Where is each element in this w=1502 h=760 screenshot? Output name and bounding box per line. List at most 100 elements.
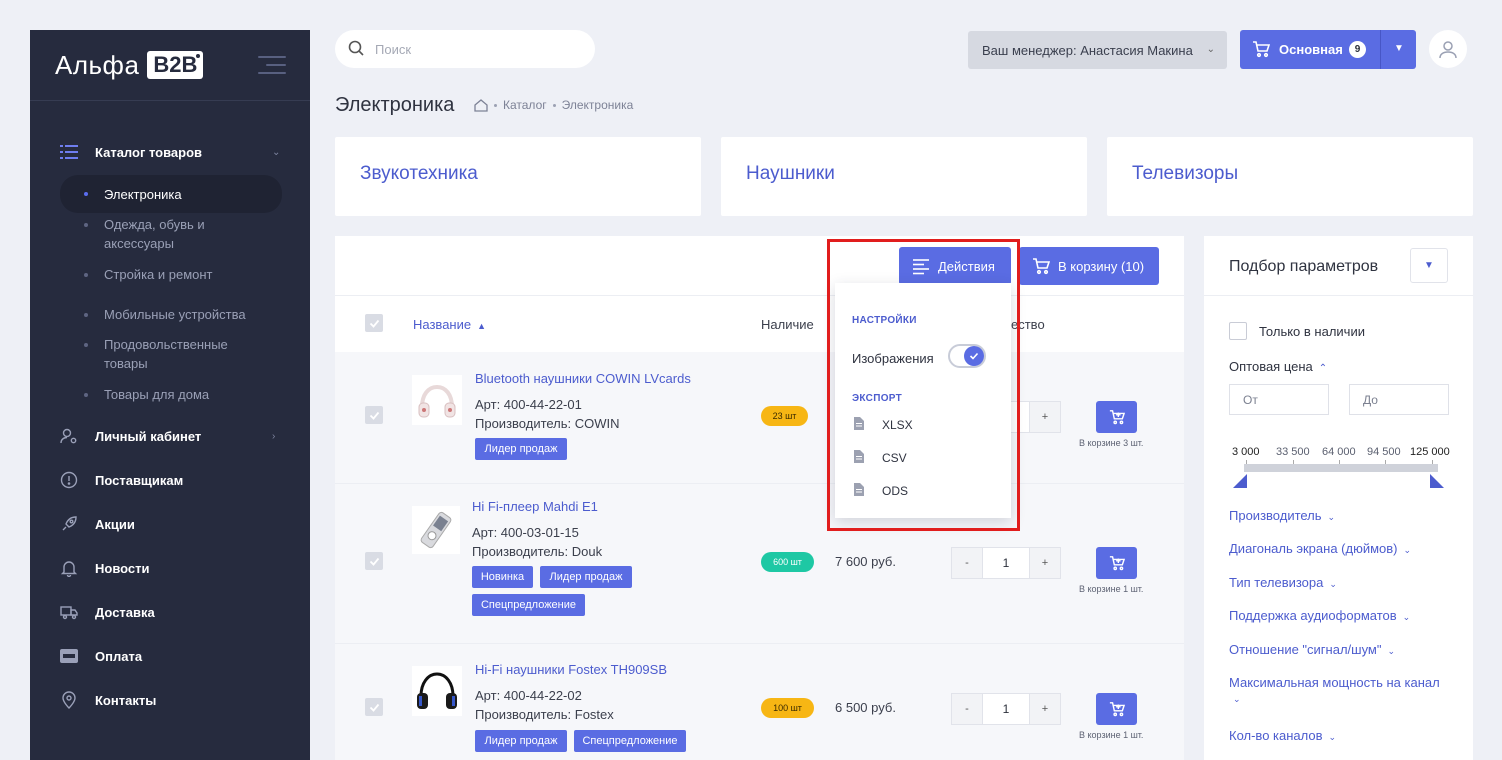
list-icon — [60, 143, 78, 161]
breadcrumb-catalog[interactable]: Каталог — [503, 98, 547, 112]
scale-label: 3 000 — [1232, 446, 1260, 458]
filter-panel: Подбор параметров ▼ Только в наличии Опт… — [1204, 236, 1473, 760]
qty-plus-button[interactable]: + — [1030, 694, 1060, 724]
check-icon — [369, 319, 379, 328]
sidebar-item-promos[interactable]: Акции — [30, 512, 310, 536]
price-filter-header[interactable]: Оптовая цена ⌃ — [1229, 359, 1327, 374]
product-image[interactable] — [412, 666, 462, 716]
row-checkbox[interactable] — [365, 406, 383, 424]
add-all-to-cart-button[interactable]: В корзину (10) — [1019, 247, 1159, 285]
avatar[interactable] — [1429, 30, 1467, 68]
category-card-audio[interactable]: Звукотехника — [335, 137, 701, 216]
cart-label: Основная — [1279, 42, 1343, 57]
range-handle-min[interactable] — [1233, 474, 1247, 488]
sidebar-subitem-food[interactable]: Продовольственные товары — [60, 335, 310, 375]
filter-group-channels[interactable]: Кол-во каналов ⌄ — [1229, 728, 1336, 743]
product-image[interactable] — [412, 375, 462, 425]
home-icon[interactable] — [474, 98, 488, 112]
qty-minus-button[interactable]: - — [952, 694, 982, 724]
sidebar-item-payment[interactable]: Оплата — [30, 644, 310, 668]
filter-group-diagonal[interactable]: Диагональ экрана (дюймов) ⌄ — [1229, 541, 1411, 556]
headphones-image — [417, 672, 457, 709]
in-cart-text: В корзине 3 шт. — [1079, 438, 1144, 448]
breadcrumb: Каталог Электроника — [474, 98, 633, 112]
price-to-input[interactable] — [1349, 384, 1449, 415]
add-to-cart-button[interactable] — [1096, 547, 1137, 579]
cart-button[interactable]: Основная 9 ▼ — [1240, 30, 1416, 69]
product-article: Арт: 400-03-01-15 — [472, 525, 579, 540]
sidebar-divider — [30, 100, 310, 101]
price-from-input[interactable] — [1229, 384, 1329, 415]
truck-icon — [60, 603, 78, 621]
filter-group-snr[interactable]: Отношение "сигнал/шум" ⌄ — [1229, 642, 1395, 657]
filter-group-tv-type[interactable]: Тип телевизора ⌄ — [1229, 575, 1337, 590]
in-stock-checkbox[interactable] — [1229, 322, 1247, 340]
product-name-link[interactable]: Hi Fi-плеер Mahdi E1 — [472, 499, 598, 514]
qty-plus-button[interactable]: + — [1030, 548, 1060, 578]
sidebar-item-label: Контакты — [95, 692, 157, 708]
product-article: Арт: 400-44-22-01 — [475, 397, 582, 412]
chevron-down-icon[interactable]: ▼ — [1394, 43, 1404, 54]
chevron-right-icon: › — [272, 430, 276, 442]
player-image — [420, 511, 452, 549]
qty-minus-button[interactable]: - — [952, 548, 982, 578]
price-range-track[interactable] — [1244, 464, 1438, 472]
row-checkbox[interactable] — [365, 552, 383, 570]
search-input[interactable] — [375, 38, 575, 60]
sidebar-subitem-home[interactable]: Товары для дома — [60, 385, 310, 405]
add-to-cart-button[interactable] — [1096, 401, 1137, 433]
sidebar-item-catalog[interactable]: Каталог товаров ⌄ — [30, 140, 310, 164]
user-settings-icon — [60, 427, 78, 445]
search-bar — [335, 30, 595, 68]
category-card-tv[interactable]: Телевизоры — [1107, 137, 1473, 216]
qty-value[interactable]: 1 — [982, 694, 1030, 724]
sidebar-item-contacts[interactable]: Контакты — [30, 688, 310, 712]
product-name-link[interactable]: Bluetooth наушники COWIN LVcards — [475, 371, 691, 386]
user-icon — [1439, 41, 1457, 59]
sort-up-icon: ▲ — [477, 321, 487, 331]
logo[interactable]: Альфа B2B — [55, 50, 204, 80]
sidebar-item-label: Акции — [95, 516, 135, 532]
sidebar-subitem-mobile[interactable]: Мобильные устройства — [60, 305, 310, 325]
row-checkbox[interactable] — [365, 698, 383, 716]
scale-label: 94 500 — [1367, 446, 1401, 458]
sidebar-item-news[interactable]: Новости — [30, 556, 310, 580]
qty-plus-button[interactable]: + — [1030, 402, 1060, 432]
menu-collapse-icon[interactable] — [258, 56, 286, 76]
chevron-down-icon: ⌄ — [1402, 612, 1411, 622]
quantity-stepper: - 1 + — [951, 547, 1061, 579]
manager-dropdown[interactable]: Ваш менеджер: Анастасия Макина ⌄ — [968, 31, 1227, 69]
filter-collapse-button[interactable]: ▼ — [1410, 248, 1448, 283]
rocket-icon — [60, 515, 78, 533]
product-image[interactable] — [412, 506, 460, 554]
sidebar-item-delivery[interactable]: Доставка — [30, 600, 310, 624]
tag-new: Новинка — [472, 566, 533, 588]
column-header-name[interactable]: Название ▲ — [413, 317, 486, 332]
product-name-link[interactable]: Hi-Fi наушники Fostex TH909SB — [475, 662, 667, 677]
stock-badge: 23 шт — [761, 406, 808, 426]
sidebar-subitem-clothes[interactable]: Одежда, обувь и аксессуары — [60, 215, 310, 255]
filter-group-max-power[interactable]: Максимальная мощность на канал ⌄ — [1229, 675, 1459, 705]
manager-label: Ваш менеджер: Анастасия Макина — [982, 42, 1193, 58]
sidebar-item-suppliers[interactable]: Поставщикам — [30, 468, 310, 492]
add-to-cart-button[interactable] — [1096, 693, 1137, 725]
filter-group-audio-formats[interactable]: Поддержка аудиоформатов ⌄ — [1229, 608, 1410, 623]
category-card-headphones[interactable]: Наушники — [721, 137, 1087, 216]
qty-value[interactable]: 1 — [982, 548, 1030, 578]
sidebar-subitem-construction[interactable]: Стройка и ремонт — [60, 265, 310, 285]
chevron-down-icon: ⌄ — [1387, 646, 1396, 656]
cart-icon — [1109, 410, 1125, 425]
stock-badge: 600 шт — [761, 552, 814, 572]
chevron-up-icon: ⌃ — [1318, 363, 1328, 374]
page-title: Электроника — [335, 94, 455, 116]
sidebar-item-account[interactable]: Личный кабинет › — [30, 424, 310, 448]
filter-group-manufacturer[interactable]: Производитель ⌄ — [1229, 508, 1335, 523]
product-brand: Производитель: Fostex — [475, 707, 614, 722]
select-all-checkbox[interactable] — [365, 314, 383, 332]
credit-card-icon — [60, 647, 78, 665]
category-title: Наушники — [746, 163, 835, 184]
range-handle-max[interactable] — [1430, 474, 1444, 488]
table-row: Hi Fi-плеер Mahdi E1 Арт: 400-03-01-15 П… — [335, 484, 1184, 643]
in-cart-text: В корзине 1 шт. — [1079, 584, 1144, 594]
sidebar-subitem-electronics[interactable]: Электроника — [60, 175, 282, 213]
